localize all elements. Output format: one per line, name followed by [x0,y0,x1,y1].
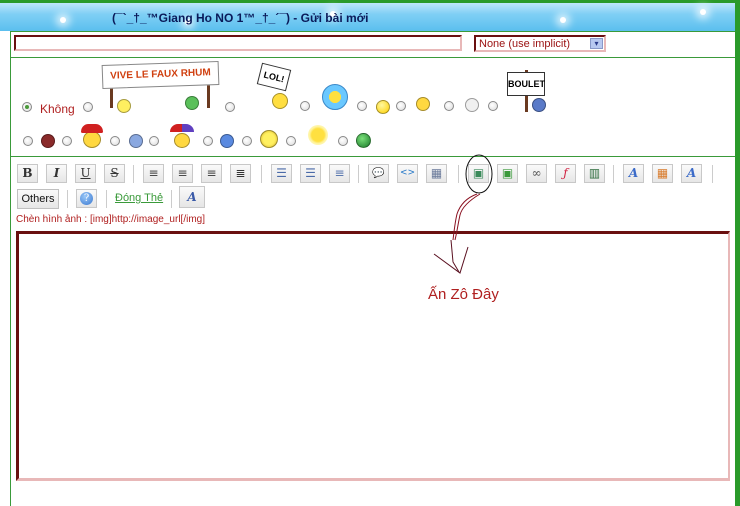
annotation-text: Ấn Zô Đây [428,286,499,303]
arrow-line [454,193,481,241]
annotation-overlay [433,154,493,274]
post-editor-page: (¯`_†_™Giang Ho NO 1™_†_´¯) - Gửi bài mớ… [0,0,740,506]
highlight-circle [465,154,493,194]
arrow-head [433,246,469,274]
